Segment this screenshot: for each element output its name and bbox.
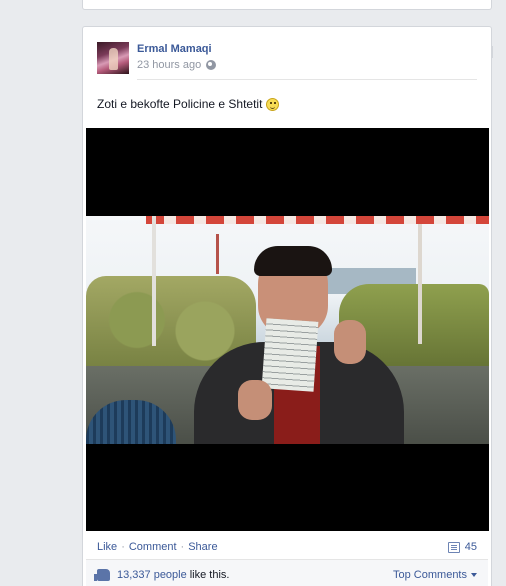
- separator: ·: [180, 541, 185, 553]
- share-link[interactable]: Share: [188, 541, 217, 553]
- separator: ·: [121, 541, 125, 553]
- person: [194, 246, 404, 444]
- comment-count-button[interactable]: 45: [447, 541, 477, 553]
- like-link[interactable]: Like: [97, 541, 117, 553]
- comment-link[interactable]: Comment: [129, 541, 177, 553]
- status-text: Zoti e bekofte Policine e Shtetit: [97, 97, 263, 111]
- top-comments-label: Top Comments: [393, 568, 467, 581]
- awning: [146, 216, 489, 224]
- status-message: Zoti e bekofte Policine e Shtetit: [97, 97, 280, 111]
- pole-right: [418, 224, 422, 344]
- held-document: [261, 318, 319, 392]
- raised-hand: [334, 320, 366, 364]
- like-suffix: like this.: [189, 568, 230, 581]
- globe-icon[interactable]: [206, 60, 217, 70]
- thumbs-up-icon: [94, 568, 110, 581]
- previous-story-card: [82, 0, 492, 10]
- timestamp[interactable]: 23 hours ago: [137, 59, 201, 71]
- avatar[interactable]: [97, 42, 129, 74]
- pole-left: [152, 216, 156, 346]
- post-photo[interactable]: [86, 128, 489, 531]
- lower-hand: [238, 380, 272, 420]
- timeline-connector: [488, 46, 500, 58]
- story-actions: Like · Comment · Share: [97, 541, 218, 553]
- comment-count: 45: [464, 541, 477, 553]
- left-column: [0, 0, 82, 586]
- hair: [254, 246, 332, 276]
- smiley-icon: [266, 97, 280, 111]
- header-divider: [137, 79, 477, 80]
- comment-icon: [447, 541, 460, 553]
- like-count-link[interactable]: 13,337 people: [117, 569, 187, 581]
- author-name[interactable]: Ermal Mamaqi: [137, 43, 212, 55]
- photo-scene: [86, 216, 489, 444]
- likes-summary: 13,337 people like this. Top Comments: [86, 559, 488, 586]
- top-comments-dropdown[interactable]: Top Comments: [393, 569, 477, 581]
- chevron-down-icon: [471, 572, 477, 577]
- story-card: Ermal Mamaqi 23 hours ago Zoti e bekofte…: [82, 26, 492, 586]
- story-meta: 23 hours ago: [137, 59, 217, 71]
